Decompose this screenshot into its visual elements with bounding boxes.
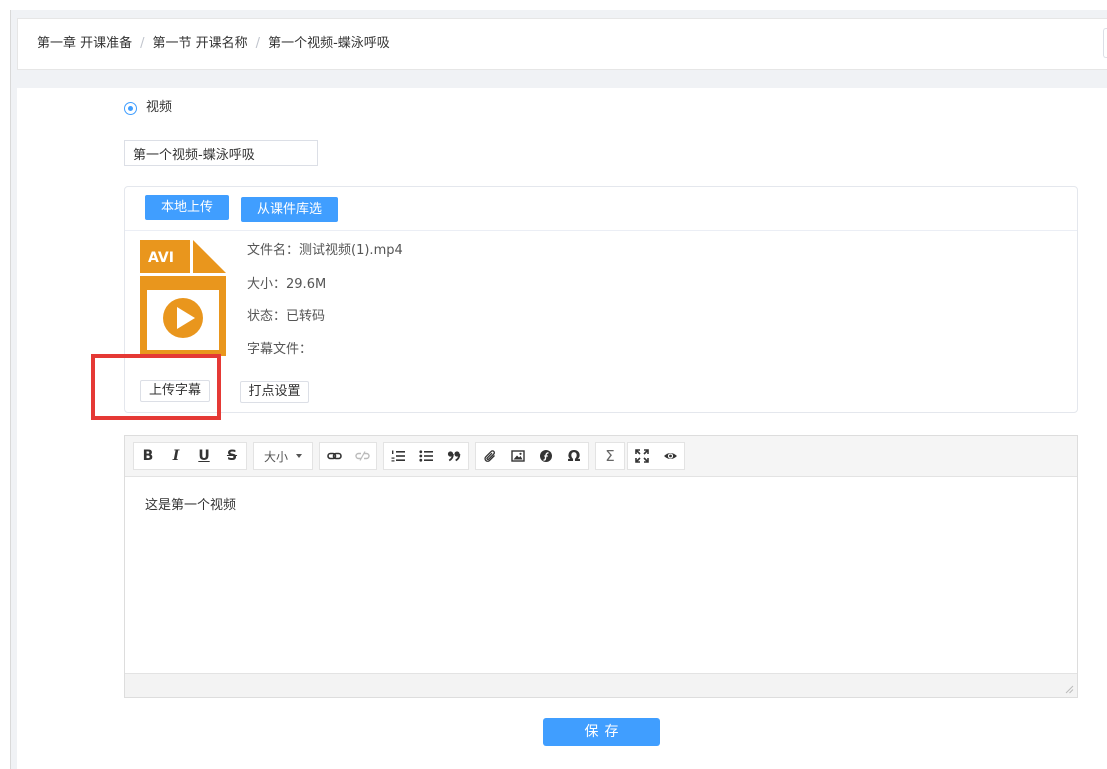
file-name-label: 文件名： bbox=[247, 243, 300, 258]
editor-toolbar: B I U S 大小 Ω Σ bbox=[125, 436, 1077, 477]
special-character-button[interactable]: Ω bbox=[560, 443, 588, 469]
quote-icon bbox=[447, 451, 461, 462]
flash-icon bbox=[540, 450, 552, 462]
flash-button[interactable] bbox=[532, 443, 560, 469]
file-status-row: 状态：已转码 bbox=[247, 308, 325, 326]
save-button[interactable]: 保存 bbox=[543, 718, 660, 746]
subtitle-file-row: 字幕文件： bbox=[247, 341, 312, 359]
resize-handle-icon[interactable] bbox=[1064, 684, 1074, 694]
preview-icon bbox=[663, 453, 677, 459]
font-size-group: 大小 bbox=[253, 442, 313, 470]
italic-button[interactable]: I bbox=[162, 443, 190, 469]
lesson-title-input[interactable] bbox=[124, 140, 318, 166]
local-upload-button[interactable]: 本地上传 bbox=[145, 195, 229, 220]
caret-down-icon bbox=[296, 454, 302, 458]
marker-settings-button[interactable]: 打点设置 bbox=[240, 381, 309, 403]
unlink-icon bbox=[354, 451, 370, 461]
file-status-value: 已转码 bbox=[286, 309, 326, 324]
preview-button[interactable] bbox=[656, 443, 684, 469]
formula-group: Σ bbox=[595, 442, 625, 470]
file-type-label: AVI bbox=[148, 250, 174, 266]
quote-button[interactable] bbox=[440, 443, 468, 469]
file-name-value: 测试视频(1).mp4 bbox=[299, 243, 403, 258]
breadcrumb-separator: / bbox=[140, 36, 145, 51]
file-status-label: 状态： bbox=[247, 309, 287, 324]
ordered-list-button[interactable] bbox=[384, 443, 412, 469]
content-type-radio-video[interactable] bbox=[124, 102, 137, 115]
formula-button[interactable]: Σ bbox=[596, 443, 624, 469]
subtitle-file-label: 字幕文件： bbox=[247, 342, 313, 357]
content-type-radio-label[interactable]: 视频 bbox=[146, 100, 172, 116]
insert-group: Ω bbox=[475, 442, 589, 470]
unordered-list-icon bbox=[419, 450, 433, 462]
upload-subtitle-button[interactable]: 上传字幕 bbox=[140, 380, 210, 402]
lesson-editor-panel: 视频 本地上传 从课件库选 AVI 文件名：测试视频(1).mp4 大小：29.… bbox=[17, 88, 1107, 769]
attachment-icon bbox=[484, 450, 495, 462]
underline-button[interactable]: U bbox=[190, 443, 218, 469]
file-name-row: 文件名：测试视频(1).mp4 bbox=[247, 242, 403, 260]
link-group bbox=[319, 442, 377, 470]
editor-statusbar bbox=[125, 673, 1077, 697]
breadcrumb-item-section[interactable]: 第一节 开课名称 bbox=[153, 36, 248, 51]
file-size-row: 大小：29.6M bbox=[247, 276, 326, 294]
breadcrumb-item-current: 第一个视频-蝶泳呼吸 bbox=[268, 36, 390, 51]
editor-content-area[interactable]: 这是第一个视频 bbox=[125, 477, 1077, 673]
breadcrumb-item-chapter[interactable]: 第一章 开课准备 bbox=[37, 36, 132, 51]
file-size-value: 29.6M bbox=[286, 277, 327, 292]
attachment-button[interactable] bbox=[476, 443, 504, 469]
select-from-library-button[interactable]: 从课件库选 bbox=[241, 197, 338, 222]
radio-selected-dot bbox=[128, 106, 133, 111]
breadcrumb: 第一章 开课准备 / 第一节 开课名称 / 第一个视频-蝶泳呼吸 bbox=[17, 18, 1107, 70]
font-size-label: 大小 bbox=[263, 449, 288, 464]
link-icon bbox=[326, 452, 342, 460]
bold-button[interactable]: B bbox=[134, 443, 162, 469]
unordered-list-button[interactable] bbox=[412, 443, 440, 469]
strikethrough-button[interactable]: S bbox=[218, 443, 246, 469]
fullscreen-button[interactable] bbox=[628, 443, 656, 469]
rich-text-editor: B I U S 大小 Ω Σ 这是第一个视频 bbox=[124, 435, 1078, 698]
link-button[interactable] bbox=[320, 443, 348, 469]
view-group bbox=[627, 442, 685, 470]
upload-header: 本地上传 从课件库选 bbox=[125, 187, 1077, 231]
text-style-group: B I U S bbox=[133, 442, 247, 470]
editor-paragraph: 这是第一个视频 bbox=[145, 498, 237, 513]
header-action-partial[interactable] bbox=[1103, 28, 1107, 58]
video-upload-panel: 本地上传 从课件库选 AVI 文件名：测试视频(1).mp4 大小：29.6M … bbox=[124, 186, 1078, 413]
avi-file-icon: AVI bbox=[140, 240, 226, 356]
list-group bbox=[383, 442, 469, 470]
breadcrumb-separator: / bbox=[255, 36, 261, 51]
fullscreen-icon bbox=[635, 449, 649, 463]
unlink-button[interactable] bbox=[348, 443, 376, 469]
image-icon bbox=[511, 450, 525, 462]
file-size-label: 大小： bbox=[247, 277, 287, 292]
ordered-list-icon bbox=[391, 450, 405, 462]
image-button[interactable] bbox=[504, 443, 532, 469]
font-size-dropdown[interactable]: 大小 bbox=[254, 443, 312, 469]
